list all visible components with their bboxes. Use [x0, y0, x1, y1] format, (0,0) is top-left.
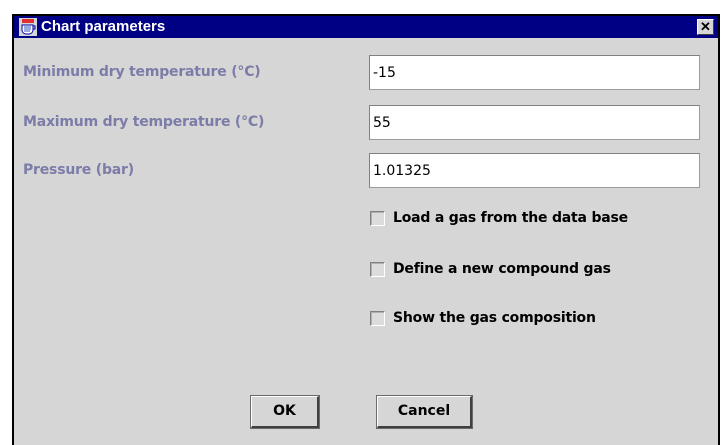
ok-button[interactable]: OK [251, 396, 319, 428]
close-button[interactable]: ✕ [697, 19, 714, 35]
pressure-label: Pressure (bar) [23, 162, 134, 178]
show-composition-label[interactable]: Show the gas composition [393, 310, 596, 326]
title-bar[interactable]: Chart parameters ✕ [14, 16, 718, 38]
max-temp-input[interactable] [369, 105, 700, 140]
define-gas-label[interactable]: Define a new compound gas [393, 261, 611, 277]
load-gas-label[interactable]: Load a gas from the data base [393, 210, 628, 226]
define-gas-checkbox[interactable] [370, 261, 385, 277]
chart-parameters-dialog: Chart parameters ✕ Minimum dry temperatu… [12, 14, 720, 445]
max-temp-label: Maximum dry temperature (°C) [23, 114, 265, 130]
define-gas-option[interactable]: Define a new compound gas [370, 259, 611, 279]
load-gas-option[interactable]: Load a gas from the data base [370, 208, 628, 228]
show-composition-checkbox[interactable] [370, 310, 385, 326]
min-temp-label: Minimum dry temperature (°C) [23, 64, 261, 80]
pressure-input[interactable] [369, 153, 700, 188]
load-gas-checkbox[interactable] [370, 210, 385, 226]
min-temp-input[interactable] [369, 55, 700, 90]
cancel-button[interactable]: Cancel [377, 396, 472, 428]
window-title: Chart parameters [41, 18, 166, 35]
show-composition-option[interactable]: Show the gas composition [370, 308, 596, 328]
java-cup-icon [19, 18, 37, 36]
